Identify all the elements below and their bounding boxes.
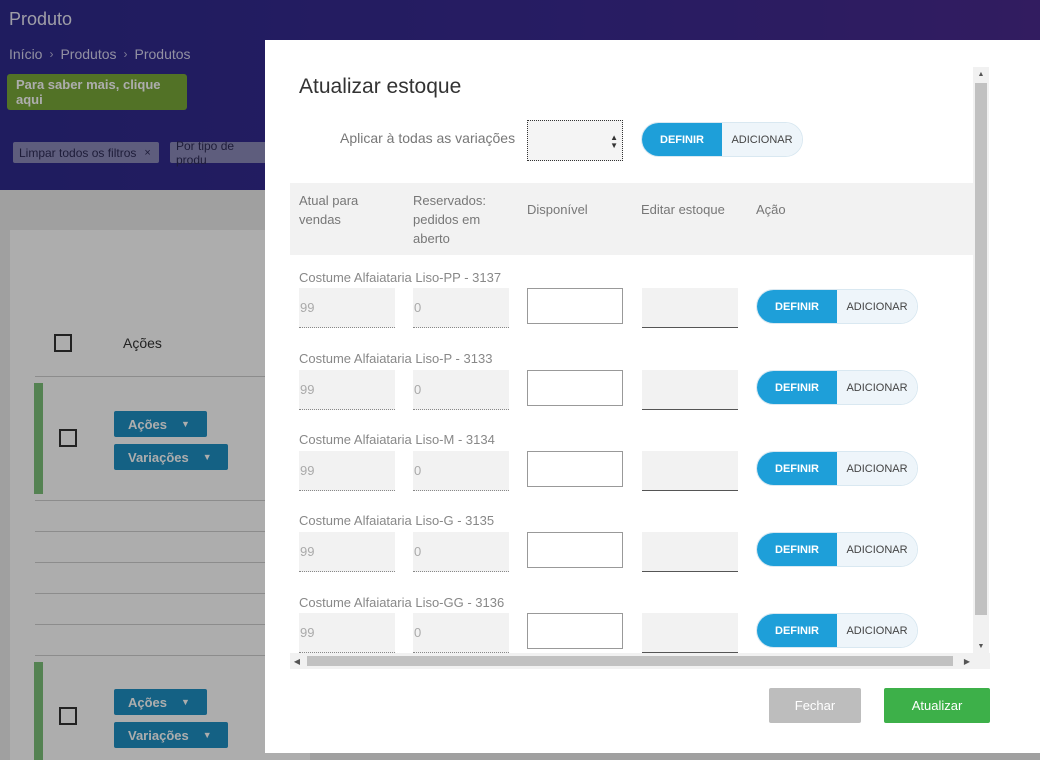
- define-button[interactable]: DEFINIR: [757, 371, 837, 404]
- current-stock-field: 99: [299, 613, 395, 653]
- variation-name: Costume Alfaiataria Liso-GG - 3136: [299, 595, 505, 610]
- variation-name: Costume Alfaiataria Liso-M - 3134: [299, 432, 495, 447]
- add-button[interactable]: ADICIONAR: [722, 123, 802, 156]
- edit-stock-input[interactable]: [642, 451, 738, 491]
- current-stock-field: 99: [299, 532, 395, 572]
- edit-stock-input[interactable]: [642, 532, 738, 572]
- add-button[interactable]: ADICIONAR: [837, 533, 917, 566]
- column-header: Editar estoque: [641, 202, 725, 217]
- row-mode-toggle: DEFINIR ADICIONAR: [756, 451, 918, 486]
- available-input[interactable]: [527, 532, 623, 568]
- reserved-stock-field: 0: [413, 613, 509, 653]
- modal-title: Atualizar estoque: [299, 75, 462, 98]
- current-stock-field: 99: [299, 288, 395, 328]
- apply-all-select[interactable]: ▲ ▼: [527, 120, 623, 161]
- scroll-left-arrow-icon[interactable]: ◀: [290, 653, 304, 669]
- table-header: Atual para vendas Reservados: pedidos em…: [290, 183, 973, 255]
- reserved-stock-field: 0: [413, 451, 509, 491]
- column-header: Reservados: pedidos em aberto: [413, 193, 486, 246]
- select-arrows-icon: ▲ ▼: [610, 133, 618, 150]
- update-button[interactable]: Atualizar: [884, 688, 990, 723]
- row-mode-toggle: DEFINIR ADICIONAR: [756, 613, 918, 648]
- row-mode-toggle: DEFINIR ADICIONAR: [756, 370, 918, 405]
- row-mode-toggle: DEFINIR ADICIONAR: [756, 289, 918, 324]
- available-input[interactable]: [527, 451, 623, 487]
- close-button[interactable]: Fechar: [769, 688, 861, 723]
- update-stock-modal: Atualizar estoque Aplicar à todas as var…: [265, 40, 1040, 753]
- row-mode-toggle: DEFINIR ADICIONAR: [756, 532, 918, 567]
- define-button[interactable]: DEFINIR: [757, 614, 837, 647]
- edit-stock-input[interactable]: [642, 370, 738, 410]
- apply-all-label: Aplicar à todas as variações: [340, 130, 516, 146]
- column-header: Disponível: [527, 202, 588, 217]
- current-stock-field: 99: [299, 370, 395, 410]
- scroll-right-arrow-icon[interactable]: ▶: [960, 653, 974, 669]
- define-button[interactable]: DEFINIR: [757, 533, 837, 566]
- vertical-scrollbar[interactable]: ▲ ▼: [973, 67, 989, 653]
- available-input[interactable]: [527, 370, 623, 406]
- add-button[interactable]: ADICIONAR: [837, 371, 917, 404]
- variation-name: Costume Alfaiataria Liso-P - 3133: [299, 351, 493, 366]
- define-button[interactable]: DEFINIR: [642, 123, 722, 156]
- available-input[interactable]: [527, 613, 623, 649]
- add-button[interactable]: ADICIONAR: [837, 290, 917, 323]
- apply-all-mode-toggle: DEFINIR ADICIONAR: [641, 122, 803, 157]
- scrollbar-thumb[interactable]: [975, 83, 987, 615]
- available-input[interactable]: [527, 288, 623, 324]
- variation-name: Costume Alfaiataria Liso-PP - 3137: [299, 270, 502, 285]
- reserved-stock-field: 0: [413, 288, 509, 328]
- column-header: Atual para vendas: [299, 193, 359, 227]
- scrollbar-thumb[interactable]: [307, 656, 953, 666]
- add-button[interactable]: ADICIONAR: [837, 452, 917, 485]
- define-button[interactable]: DEFINIR: [757, 290, 837, 323]
- reserved-stock-field: 0: [413, 532, 509, 572]
- horizontal-scrollbar[interactable]: ◀ ▶: [290, 653, 990, 669]
- column-header: Ação: [756, 202, 786, 217]
- reserved-stock-field: 0: [413, 370, 509, 410]
- variation-name: Costume Alfaiataria Liso-G - 3135: [299, 513, 495, 528]
- edit-stock-input[interactable]: [642, 288, 738, 328]
- scroll-up-arrow-icon[interactable]: ▲: [973, 67, 989, 81]
- stock-table: Atual para vendas Reservados: pedidos em…: [290, 183, 973, 653]
- add-button[interactable]: ADICIONAR: [837, 614, 917, 647]
- edit-stock-input[interactable]: [642, 613, 738, 653]
- current-stock-field: 99: [299, 451, 395, 491]
- scroll-down-arrow-icon[interactable]: ▼: [973, 639, 989, 653]
- define-button[interactable]: DEFINIR: [757, 452, 837, 485]
